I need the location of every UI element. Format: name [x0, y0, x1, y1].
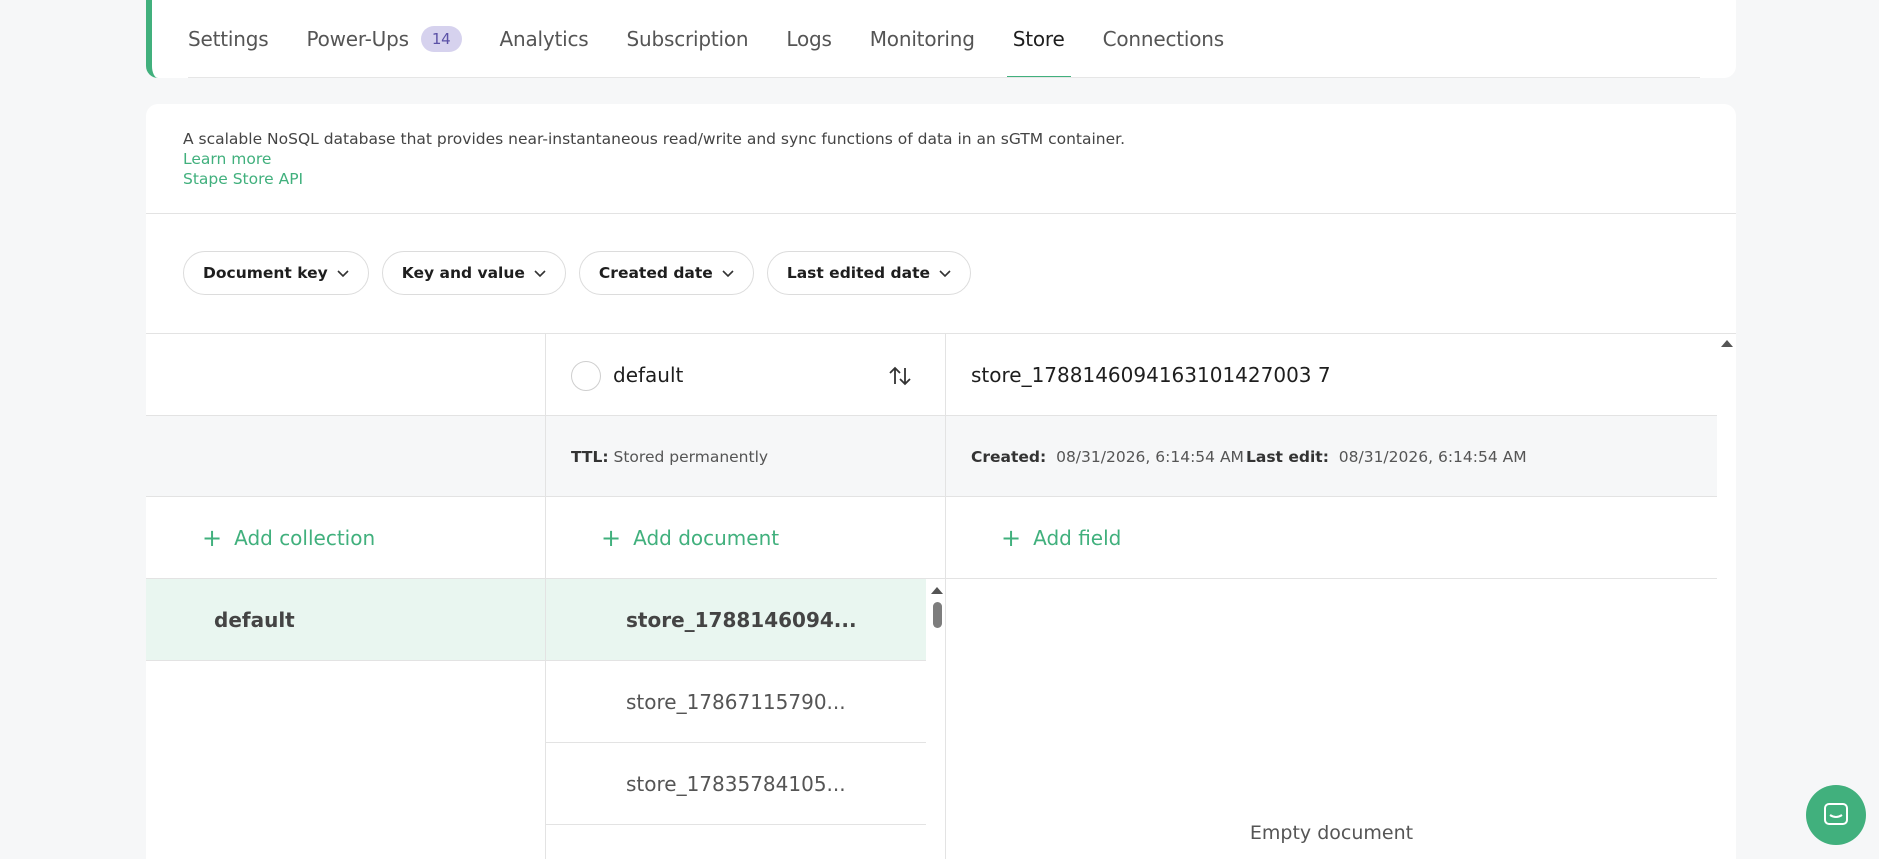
document-key: store_17835784105...: [626, 772, 846, 796]
tab-power-ups[interactable]: Power-Ups 14: [306, 0, 462, 78]
add-document-button[interactable]: + Add document: [601, 526, 779, 550]
document-header: store_1788146094163101427003 7: [946, 334, 1717, 416]
tab-label: Connections: [1102, 27, 1225, 51]
filter-label: Last edited date: [786, 264, 930, 282]
chevron-down-icon: [722, 270, 734, 278]
documents-column: default TTL: Stored permanently + Add doc…: [546, 334, 946, 859]
page-scrollbar[interactable]: [1720, 340, 1734, 347]
document-item[interactable]: store_1788146094...: [546, 579, 926, 661]
count-badge: 14: [420, 26, 462, 52]
scroll-up-icon[interactable]: [931, 587, 943, 594]
edited-info: Last edit: 08/31/2026, 6:14:54 AM: [1246, 448, 1527, 466]
tab-label: Logs: [786, 27, 832, 51]
created-value: 08/31/2026, 6:14:54 AM: [1056, 448, 1244, 466]
collection-name: default: [214, 608, 295, 632]
documents-meta: TTL: Stored permanently: [546, 416, 945, 497]
collections-header: [146, 334, 545, 416]
collections-meta: [146, 416, 545, 497]
chat-icon: [1824, 803, 1848, 825]
tab-label: Power-Ups: [306, 27, 409, 51]
select-all-checkbox[interactable]: [571, 361, 601, 391]
button-label: Add field: [1033, 526, 1122, 550]
scroll-up-icon[interactable]: [1721, 340, 1733, 347]
button-label: Add collection: [234, 526, 376, 550]
document-view: store_1788146094163101427003 7 Created: …: [946, 334, 1717, 859]
filter-label: Document key: [203, 264, 328, 282]
chevron-down-icon: [939, 270, 951, 278]
filter-bar: Document key Key and value Created date …: [183, 251, 984, 295]
documents-header: default: [546, 334, 945, 416]
ttl-info: TTL: Stored permanently: [571, 448, 768, 466]
tab-label: Settings: [188, 27, 269, 51]
tab-connections[interactable]: Connections: [1102, 0, 1225, 78]
edited-value: 08/31/2026, 6:14:54 AM: [1338, 448, 1527, 466]
tab-label: Analytics: [499, 27, 589, 51]
document-item[interactable]: store_17867115790...: [546, 661, 926, 743]
collection-title: default: [613, 363, 684, 387]
filter-last-edited-date[interactable]: Last edited date: [766, 251, 971, 295]
filter-label: Created date: [598, 264, 713, 282]
chevron-down-icon: [534, 270, 546, 278]
description-text: A scalable NoSQL database that provides …: [183, 130, 1126, 148]
document-title: store_1788146094163101427003 7: [971, 363, 1331, 387]
collection-item[interactable]: default: [146, 579, 545, 661]
created-info: Created: 08/31/2026, 6:14:54 AM: [971, 448, 1244, 466]
learn-more-link[interactable]: Learn more: [183, 149, 1125, 169]
plus-icon: +: [202, 524, 223, 552]
edited-label: Last edit:: [1246, 448, 1329, 466]
tab-label: Monitoring: [869, 27, 975, 51]
filter-key-value[interactable]: Key and value: [381, 251, 566, 295]
scroll-thumb[interactable]: [932, 602, 942, 628]
button-label: Add document: [633, 526, 780, 550]
tab-settings[interactable]: Settings: [188, 0, 269, 78]
divider: [146, 213, 1736, 214]
document-meta: Created: 08/31/2026, 6:14:54 AM Last edi…: [946, 416, 1717, 497]
filter-label: Key and value: [401, 264, 525, 282]
tabs-card: Settings Power-Ups 14 Analytics Subscript…: [146, 0, 1736, 78]
add-field-button[interactable]: + Add field: [1001, 526, 1121, 550]
store-description: A scalable NoSQL database that provides …: [183, 129, 1125, 189]
tab-analytics[interactable]: Analytics: [500, 0, 589, 78]
document-item[interactable]: store_17835784105...: [546, 743, 926, 825]
chevron-down-icon: [337, 270, 349, 278]
tab-label: Subscription: [626, 27, 749, 51]
tab-monitoring[interactable]: Monitoring: [870, 0, 975, 78]
filter-created-date[interactable]: Created date: [578, 251, 754, 295]
plus-icon: +: [1001, 524, 1022, 552]
document-key: store_17867115790...: [626, 690, 846, 714]
fields-add-row: + Add field: [946, 497, 1717, 579]
tab-bar: Settings Power-Ups 14 Analytics Subscript…: [188, 0, 1262, 78]
store-api-link[interactable]: Stape Store API: [183, 169, 1125, 189]
plus-icon: +: [601, 524, 622, 552]
tab-subscription[interactable]: Subscription: [627, 0, 749, 78]
created-label: Created:: [971, 448, 1047, 466]
collections-column: + Add collection default: [146, 334, 546, 859]
document-key: store_1788146094...: [626, 608, 857, 632]
store-browser: + Add collection default default TTL: Sto…: [146, 334, 1717, 859]
documents-scrollbar[interactable]: [930, 587, 944, 628]
filter-document-key[interactable]: Document key: [183, 251, 369, 295]
tab-label: Store: [1012, 27, 1065, 51]
chat-button[interactable]: [1806, 785, 1866, 845]
ttl-label: TTL:: [571, 448, 609, 466]
documents-add-row: + Add document: [546, 497, 945, 579]
collections-add-row: + Add collection: [146, 497, 545, 579]
tab-logs[interactable]: Logs: [786, 0, 832, 78]
empty-document-message: Empty document: [1249, 822, 1414, 844]
store-panel: A scalable NoSQL database that provides …: [146, 104, 1736, 859]
ttl-value: Stored permanently: [613, 448, 769, 466]
sort-icon[interactable]: [886, 362, 914, 390]
tab-store[interactable]: Store: [1006, 0, 1071, 78]
divider: [188, 77, 1700, 78]
add-collection-button[interactable]: + Add collection: [202, 526, 375, 550]
